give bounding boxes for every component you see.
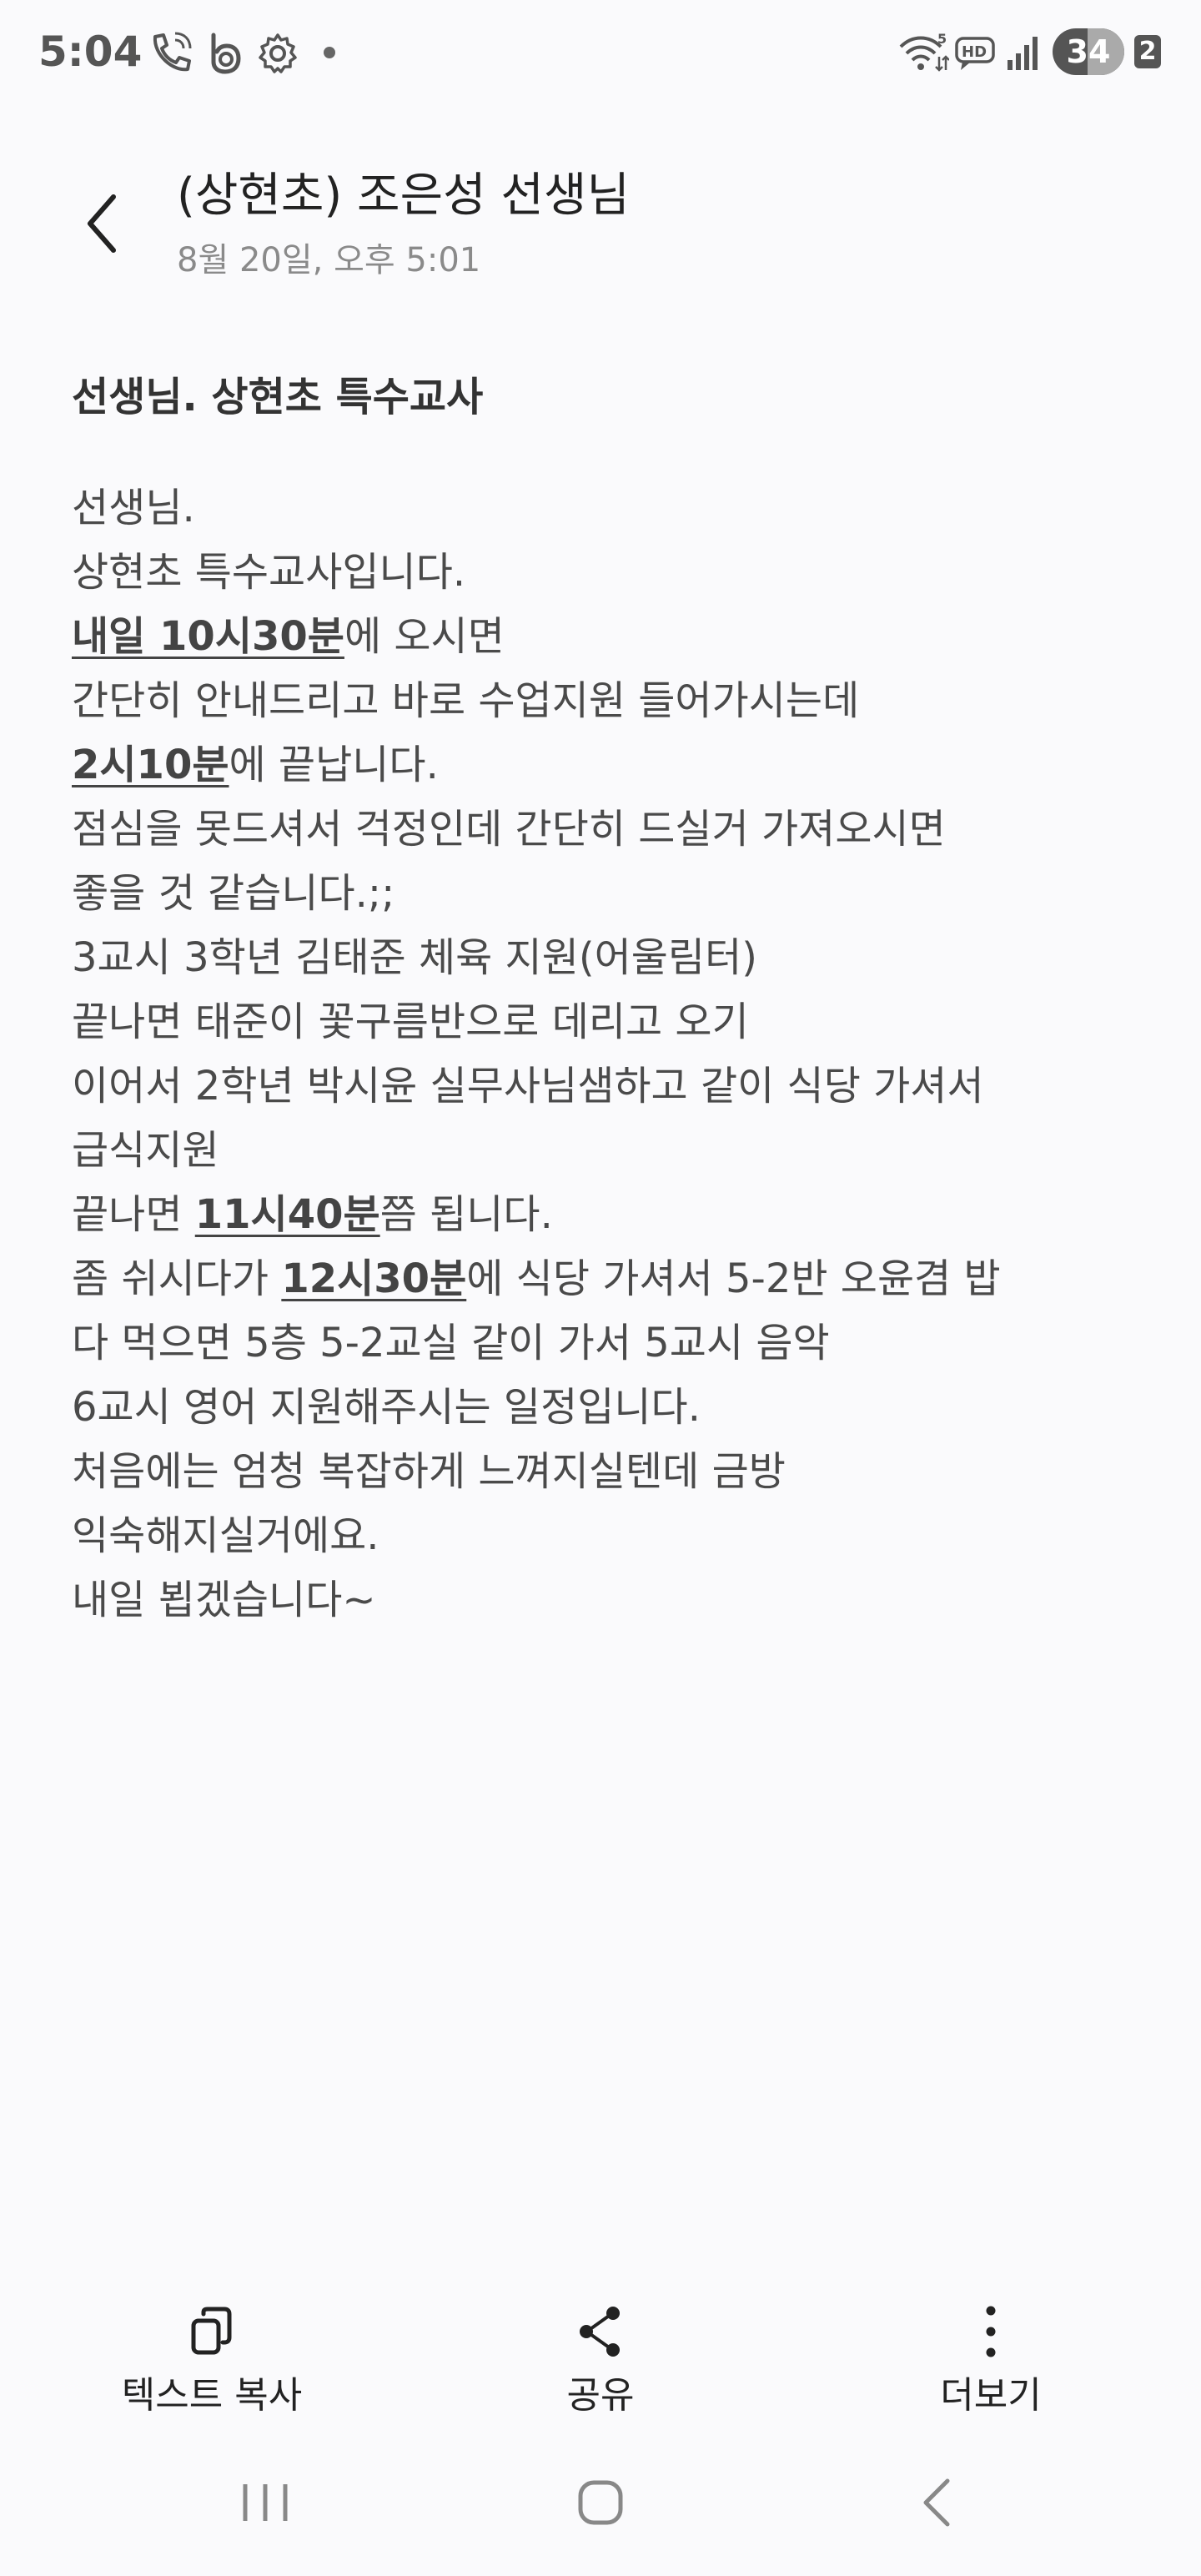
message-text: 에 오시면 [344,613,505,660]
message-line: 2시10분에 끝납니다. [72,739,1148,803]
b-app-icon [207,32,245,78]
signal-icon [1006,32,1043,78]
message-date: 8월 20일, 오후 5:01 [177,241,481,279]
message-text: 상현초 특수교사입니다. [72,549,466,596]
copy-text-label: 텍스트 복사 [121,2374,303,2417]
message-text: 쯤 됩니다. [379,1191,553,1238]
message-line: 간단히 안내드리고 바로 수업지원 들어가시는데 [72,675,1148,739]
nav-back-button[interactable] [887,2461,987,2544]
battery-level: 34 [1066,33,1111,70]
gear-icon [257,32,299,78]
copy-text-button[interactable]: 텍스트 복사 [87,2286,337,2436]
message-text: 좀 쉬시다가 [72,1255,282,1302]
message-line: 내일 뵙겠습니다~ [72,1574,1148,1638]
highlighted-time: 내일 10시30분 [72,613,344,660]
message-line: 선생님. [72,482,1148,546]
battery-icon: 34 [1053,28,1124,75]
share-icon [580,2307,620,2357]
share-label: 공유 [566,2374,635,2417]
svg-text:HD: HD [962,43,987,61]
message-line: 점심을 못드셔서 걱정인데 간단히 드실거 가져오시면 [72,803,1148,868]
highlighted-time: 2시10분 [72,742,229,788]
message-text: 급식지원 [72,1127,219,1174]
message-text: 6교시 영어 지원해주시는 일정입니다. [72,1384,701,1431]
message-text: 이어서 2학년 박시윤 실무사님샘하고 같이 식당 가셔서 [72,1063,984,1109]
message-text: 좋을 것 같습니다.;; [72,870,395,917]
highlighted-time: 11시40분 [194,1191,380,1238]
message-line: 상현초 특수교사입니다. [72,546,1148,611]
message-text: 선생님. [72,485,195,531]
status-bar: 5:04 5 HD 34 2 [0,0,1201,108]
nav-back-icon [923,2478,950,2527]
message-line: 좋을 것 같습니다.;; [72,868,1148,932]
message-line: 끝나면 11시40분쯤 됩니다. [72,1189,1148,1253]
message-text: 익숙해지실거에요. [72,1512,379,1559]
message-line: 내일 10시30분에 오시면 [72,611,1148,675]
highlighted-time: 12시30분 [281,1255,467,1302]
message-line: 처음에는 엄청 복잡하게 느껴지실텐데 금방 [72,1446,1148,1510]
page-title: (상현초) 조은성 선생님 [177,169,630,223]
message-line: 급식지원 [72,1124,1148,1189]
sim-slot-badge: 2 [1134,35,1161,68]
chevron-left-icon [88,194,116,253]
bottom-action-bar: 텍스트 복사 공유 더보기 [0,2286,1201,2436]
message-body[interactable]: 선생님. 상현초 특수교사입니다. 내일 10시30분에 오시면 간단히 안내드리고 … [72,482,1148,1638]
home-button[interactable] [550,2461,651,2544]
status-time: 5:04 [38,28,143,76]
wifi-icon: 5 [897,31,950,78]
copy-icon [191,2307,232,2355]
message-subject: 선생님. 상현초 특수교사 [72,374,484,420]
home-icon [578,2480,623,2525]
svg-text:5: 5 [937,32,947,47]
message-text: 3교시 3학년 김태준 체육 지원(어울림터) [72,934,757,981]
message-line: 좀 쉬시다가 12시30분에 식당 가셔서 5-2반 오윤겸 밥 [72,1253,1148,1317]
share-button[interactable]: 공유 [475,2286,726,2436]
hd-voice-icon: HD [954,32,997,78]
message-line: 끝나면 태준이 꽃구름반으로 데리고 오기 [72,996,1148,1060]
message-text: 다 먹으면 5층 5-2교실 같이 가서 5교시 음악 [72,1320,830,1366]
navigation-bar [0,2461,1201,2561]
message-text: 끝나면 [72,1191,195,1238]
message-text: 처음에는 엄청 복잡하게 느껴지실텐데 금방 [72,1448,786,1495]
more-button[interactable]: 더보기 [866,2286,1116,2436]
message-text: 점심을 못드셔서 걱정인데 간단히 드실거 가져오시면 [72,806,946,853]
message-text: 에 끝납니다. [229,742,439,788]
back-button[interactable] [75,187,133,262]
message-line: 다 먹으면 5층 5-2교실 같이 가서 5교시 음악 [72,1317,1148,1381]
message-text: 간단히 안내드리고 바로 수업지원 들어가시는데 [72,677,860,724]
message-text: 내일 뵙겠습니다~ [72,1577,376,1623]
more-vertical-icon [986,2306,996,2357]
dot-icon [324,47,335,58]
message-line: 3교시 3학년 김태준 체육 지원(어울림터) [72,932,1148,996]
recents-icon [243,2484,288,2521]
recents-button[interactable] [215,2461,315,2544]
more-label: 더보기 [940,2374,1042,2417]
message-text: 끝나면 태준이 꽃구름반으로 데리고 오기 [72,999,749,1045]
message-line: 6교시 영어 지원해주시는 일정입니다. [72,1381,1148,1446]
message-text: 에 식당 가셔서 5-2반 오윤겸 밥 [466,1255,1001,1302]
message-line: 이어서 2학년 박시윤 실무사님샘하고 같이 식당 가셔서 [72,1060,1148,1124]
phone-wifi-call-icon [148,32,197,78]
message-line: 익숙해지실거에요. [72,1510,1148,1574]
